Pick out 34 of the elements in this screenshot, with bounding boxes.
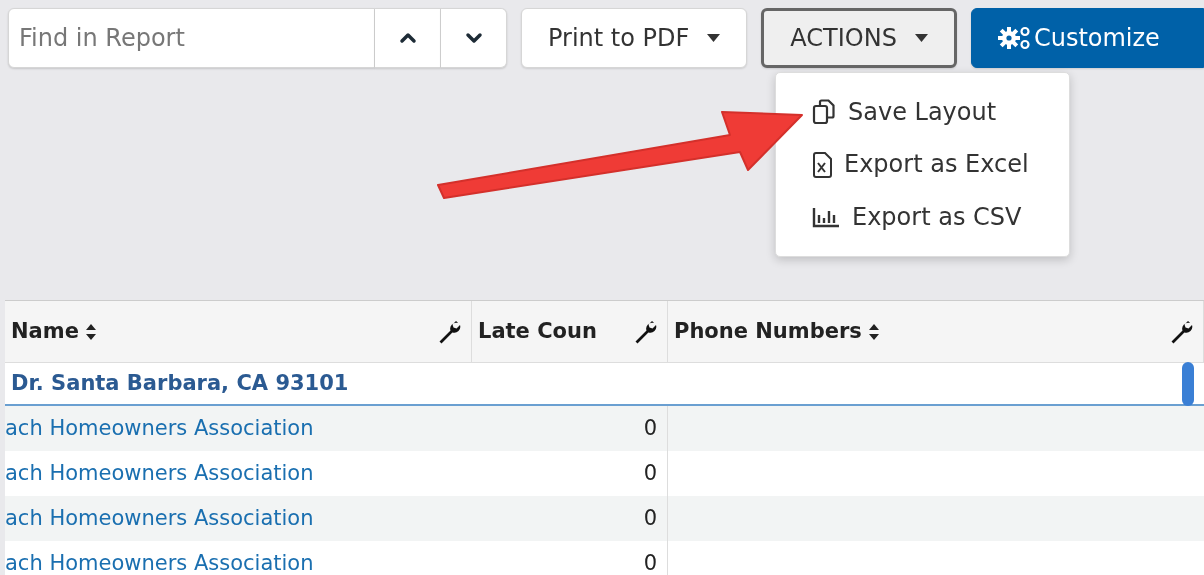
wrench-icon[interactable]: [633, 319, 657, 344]
late-count: 0: [643, 504, 657, 532]
excel-file-icon: [812, 151, 832, 178]
customize-button[interactable]: Customize: [970, 7, 1204, 68]
name-link[interactable]: ach Homeowners Association: [5, 547, 314, 575]
column-title: Phone Numbers: [674, 317, 862, 345]
sort-icon[interactable]: [84, 322, 97, 341]
menu-item[interactable]: Export as Excel: [812, 145, 1069, 184]
late-count: 0: [643, 459, 657, 487]
menu-item[interactable]: Export as CSV: [812, 197, 1069, 237]
gears-icon: [997, 24, 1032, 51]
search-field[interactable]: Find in Report: [8, 7, 375, 68]
scrollbar-thumb[interactable]: [1182, 361, 1194, 406]
column-title: Late Coun: [478, 317, 597, 345]
column-header[interactable]: Phone Numbers: [668, 301, 1204, 362]
name-link[interactable]: ach Homeowners Association: [5, 412, 314, 445]
late-count: 0: [643, 414, 657, 442]
column-header[interactable]: Late Coun: [472, 301, 668, 362]
copy-icon: [812, 99, 836, 126]
caret-icon: [914, 33, 928, 42]
bar-chart-icon: [812, 205, 840, 228]
dropdown-button[interactable]: ACTIONS: [761, 7, 957, 68]
wrench-icon[interactable]: [1169, 319, 1193, 344]
name-link[interactable]: ach Homeowners Association: [5, 502, 314, 535]
menu-item[interactable]: Save Layout: [812, 93, 1069, 132]
group-heading: Dr. Santa Barbara, CA 93101: [11, 369, 349, 397]
name-link[interactable]: ach Homeowners Association: [5, 457, 314, 490]
wrench-icon[interactable]: [437, 319, 461, 344]
column-header[interactable]: Name: [5, 301, 472, 362]
column-title: Name: [11, 317, 79, 345]
sort-icon[interactable]: [867, 322, 880, 341]
late-count: 0: [643, 549, 657, 575]
dropdown-button[interactable]: Print to PDF: [521, 7, 748, 68]
caret-icon: [707, 33, 721, 42]
